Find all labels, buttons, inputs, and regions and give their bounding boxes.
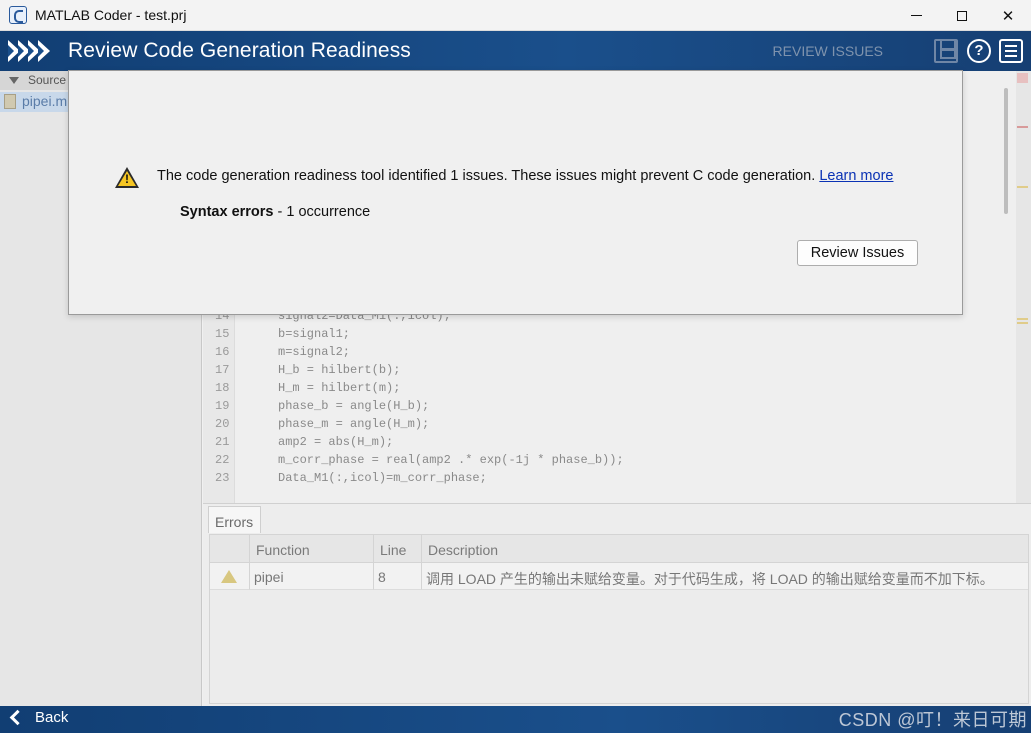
readiness-dialog: ! The code generation readiness tool ide… — [68, 70, 963, 315]
maximize-icon — [957, 10, 967, 21]
maximize-button[interactable] — [939, 0, 985, 31]
minimize-icon — [910, 15, 922, 16]
window-title: MATLAB Coder - test.prj — [35, 7, 187, 23]
issue-summary: Syntax errors - 1 occurrence — [180, 204, 370, 220]
error-indicator — [1017, 73, 1028, 83]
table-cell-function[interactable]: pipei — [250, 563, 374, 590]
table-cell-description[interactable]: 调用 LOAD 产生的输出未赋给变量。对于代码生成，将 LOAD 的输出赋给变量… — [422, 563, 1028, 590]
issue-count: - 1 occurrence — [273, 204, 371, 220]
workflow-chevrons-icon — [8, 40, 50, 62]
back-button[interactable]: Back — [8, 709, 68, 726]
minimize-button[interactable] — [893, 0, 939, 31]
tab-review-issues[interactable]: REVIEW ISSUES — [773, 43, 883, 59]
watermark: CSDN @叮！来日可期 — [838, 710, 1027, 730]
errors-panel: Errors Function Line Description pipei 8… — [203, 503, 1031, 706]
collapse-triangle-icon — [9, 77, 19, 84]
code-scrollbar-thumb[interactable] — [1004, 88, 1008, 214]
column-header-icon — [210, 535, 250, 563]
save-icon[interactable] — [934, 39, 958, 63]
back-chevron-icon — [9, 709, 26, 726]
window-controls: ✕ — [893, 0, 1031, 31]
warning-marker[interactable] — [1017, 318, 1028, 320]
errors-table: Function Line Description pipei 8 调用 LOA… — [209, 534, 1029, 704]
learn-more-link[interactable]: Learn more — [819, 168, 893, 184]
m-file-icon — [4, 94, 16, 109]
error-marker[interactable] — [1017, 126, 1028, 128]
warning-marker[interactable] — [1017, 322, 1028, 324]
review-issues-button[interactable]: Review Issues — [797, 240, 918, 266]
warning-icon: ! — [115, 167, 139, 188]
close-window-button[interactable]: ✕ — [985, 0, 1031, 31]
app-header: Review Code Generation Readiness REVIEW … — [0, 31, 1031, 71]
table-cell-line[interactable]: 8 — [374, 563, 422, 590]
warning-marker[interactable] — [1017, 186, 1028, 188]
table-row-icon-cell[interactable] — [210, 563, 250, 590]
column-header-function[interactable]: Function — [250, 535, 374, 563]
page-title: Review Code Generation Readiness — [68, 39, 411, 62]
tab-errors[interactable]: Errors — [208, 506, 261, 533]
help-icon[interactable]: ? — [967, 39, 991, 63]
menu-icon[interactable] — [999, 39, 1023, 63]
marker-bar — [1016, 71, 1031, 503]
window-titlebar: MATLAB Coder - test.prj ✕ — [0, 0, 1031, 31]
column-header-line[interactable]: Line — [374, 535, 422, 563]
close-icon: ✕ — [1001, 7, 1015, 25]
column-header-description[interactable]: Description — [422, 535, 1028, 563]
dialog-message: The code generation readiness tool ident… — [157, 168, 894, 184]
issue-type-label: Syntax errors — [180, 204, 274, 220]
warning-icon — [221, 570, 237, 583]
matlab-coder-app-icon — [9, 6, 27, 24]
